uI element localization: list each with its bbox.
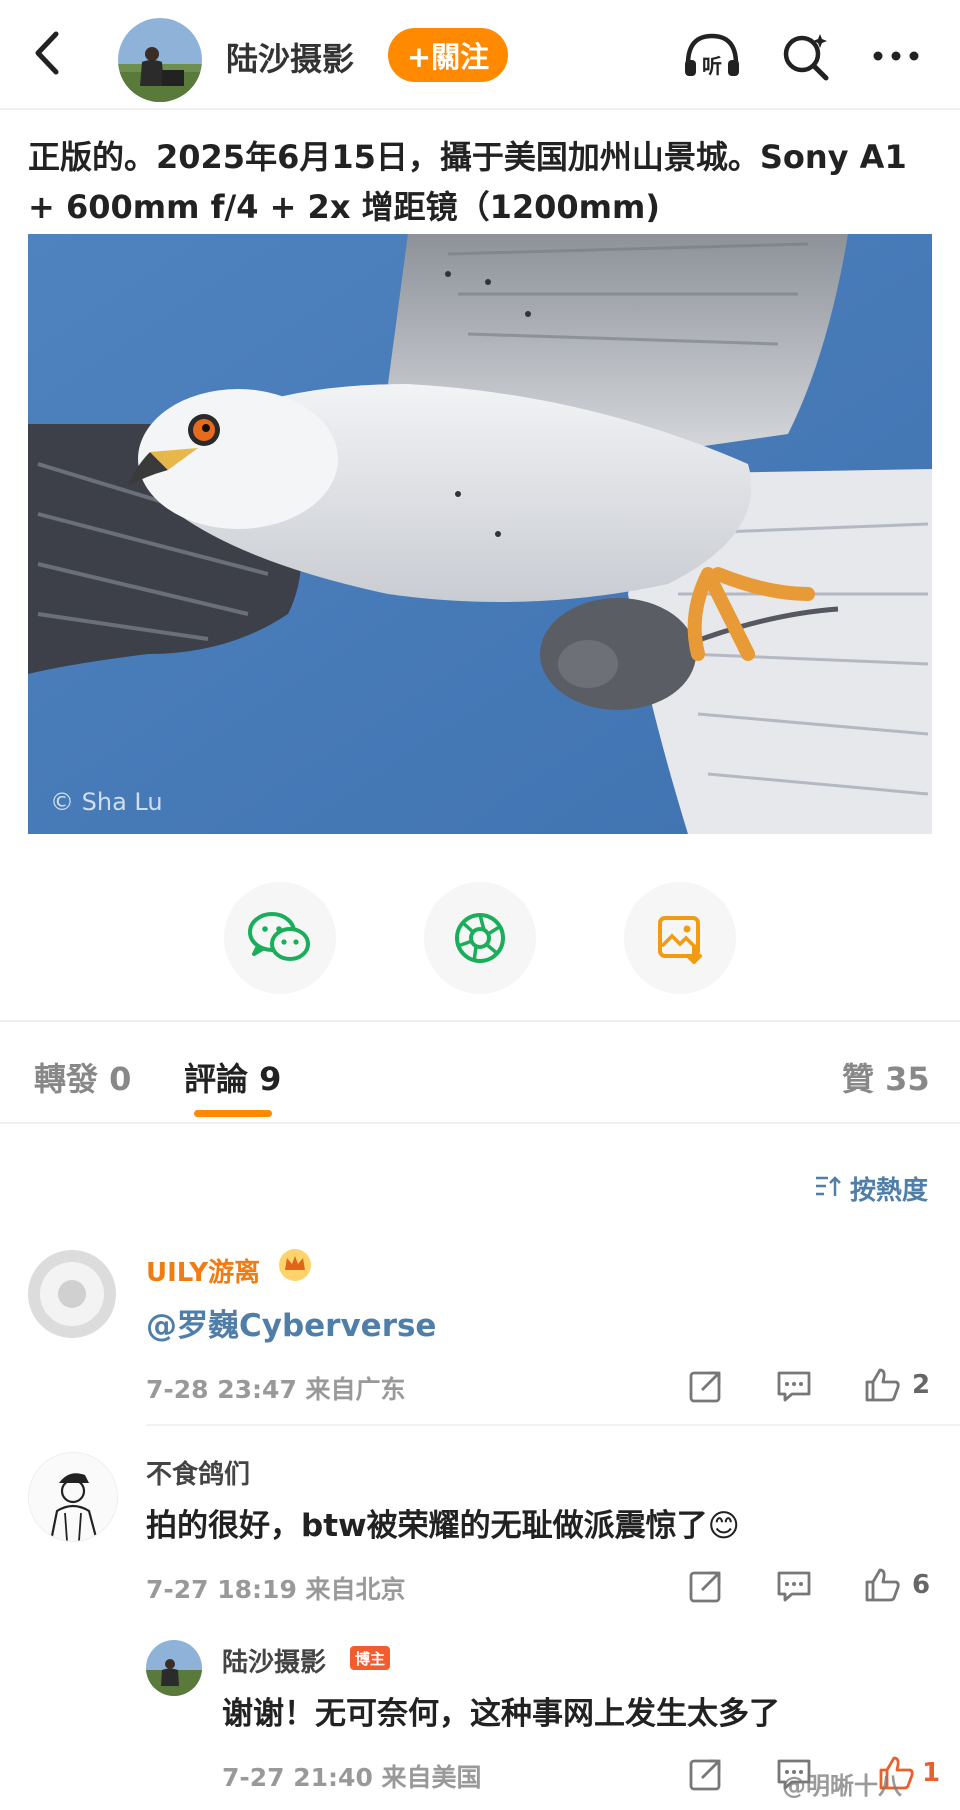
reply-meta: 7-27 21:40 来自美国: [222, 1763, 482, 1792]
post-photo[interactable]: [28, 234, 932, 834]
like-thumb-icon[interactable]: [862, 1564, 902, 1604]
site-watermark: @明晰十八: [782, 1772, 902, 1800]
tab-reposts[interactable]: 轉發 0: [34, 1054, 131, 1100]
tabs-divider: [0, 1122, 960, 1124]
commenter-name[interactable]: 不食鸽们: [146, 1454, 250, 1491]
like-count: 2: [912, 1370, 931, 1400]
reply-body[interactable]: 谢谢！无可奈何，这种事网上发生太多了: [222, 1688, 780, 1733]
search-icon[interactable]: [778, 28, 834, 84]
sort-icon: [816, 1176, 841, 1196]
post-text: 正版的。2025年6月15日，攝于美国加州山景城。Sony A1 + 600mm…: [28, 138, 907, 226]
share-comment-icon[interactable]: [686, 1366, 726, 1406]
svg-text:听: 听: [702, 54, 722, 78]
top-bar: 陆沙摄影 +關注 听: [0, 0, 960, 108]
active-tab-indicator: [194, 1110, 272, 1117]
save-image-button[interactable]: [624, 882, 736, 994]
comment-divider: [146, 1424, 960, 1426]
share-moments-button[interactable]: [424, 882, 536, 994]
like-thumb-icon[interactable]: [862, 1364, 902, 1404]
author-name[interactable]: 陆沙摄影: [226, 34, 354, 80]
share-wechat-button[interactable]: [224, 882, 336, 994]
replier-name[interactable]: 陆沙摄影: [222, 1642, 326, 1679]
share-comment-icon[interactable]: [686, 1754, 726, 1794]
share-comment-icon[interactable]: [686, 1566, 726, 1606]
comment-body[interactable]: 拍的很好，btw被荣耀的无耻做派震惊了😊: [146, 1500, 740, 1545]
save-image-icon: [658, 916, 702, 964]
like-count: 1: [922, 1758, 941, 1788]
tab-likes[interactable]: 贊 35: [842, 1054, 930, 1100]
comment-meta: 7-28 23:47 来自广东: [146, 1375, 406, 1404]
reply-icon[interactable]: [774, 1566, 814, 1606]
reply-icon[interactable]: [774, 1366, 814, 1406]
replier-avatar[interactable]: [146, 1640, 202, 1696]
photo-watermark: © Sha Lu: [50, 788, 163, 816]
sort-label: 按熱度: [850, 1176, 929, 1206]
back-arrow-icon[interactable]: [28, 28, 68, 78]
listen-icon[interactable]: 听: [680, 30, 744, 80]
like-count: 6: [912, 1570, 931, 1600]
author-badge: 博主: [350, 1646, 390, 1670]
comment-body[interactable]: @罗巍Cyberverse: [146, 1300, 436, 1345]
moments-aperture-icon: [455, 913, 505, 963]
author-avatar[interactable]: [118, 18, 202, 102]
follow-button[interactable]: +關注: [388, 28, 508, 82]
tab-comments[interactable]: 評論 9: [184, 1054, 281, 1100]
commenter-name[interactable]: UILY游离: [146, 1252, 260, 1289]
wechat-icon: [248, 912, 310, 961]
header-divider: [0, 108, 960, 110]
more-options-icon[interactable]: [868, 38, 924, 74]
share-divider: [0, 1020, 960, 1022]
commenter-avatar[interactable]: [28, 1452, 118, 1542]
comment-meta: 7-27 18:19 来自北京: [146, 1575, 406, 1604]
commenter-avatar[interactable]: [28, 1250, 116, 1338]
vip-crown-icon: [279, 1249, 311, 1281]
